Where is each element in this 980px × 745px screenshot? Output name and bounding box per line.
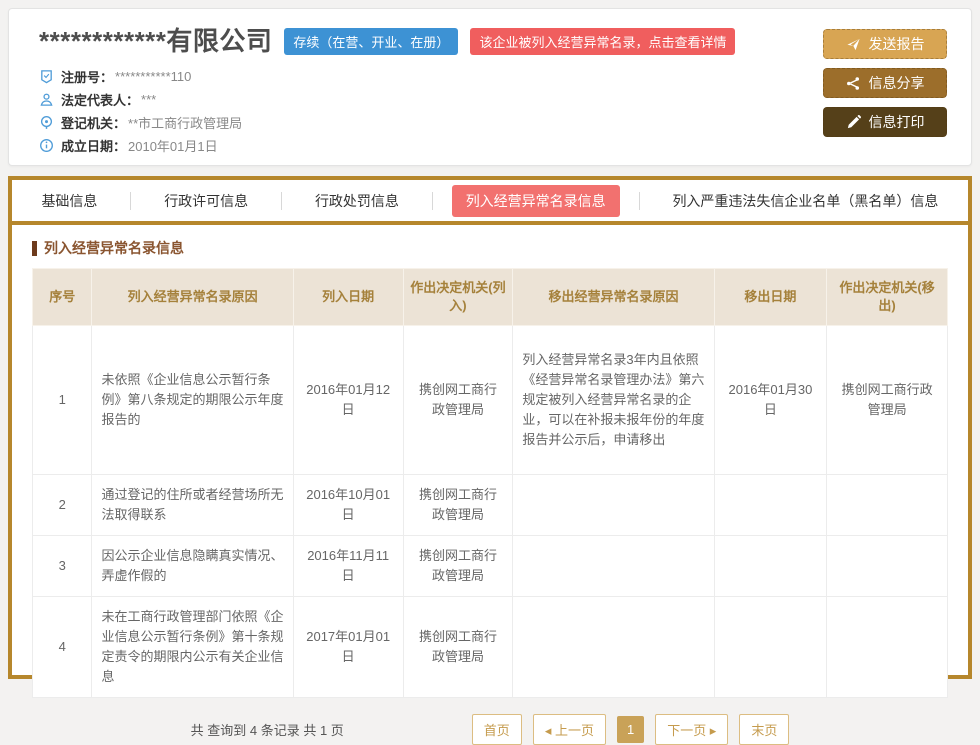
- last-page-button[interactable]: 末页: [739, 714, 789, 745]
- status-badge: 存续（在营、开业、在册）: [284, 28, 458, 55]
- pagination: 共 查询到 4 条记录 共 1 页 首页 ◂ 上一页 1 下一页 ▸ 末页: [32, 714, 948, 744]
- registration-number-label: 注册号：: [61, 67, 113, 86]
- paper-plane-icon: [846, 37, 861, 52]
- prev-page-button[interactable]: ◂ 上一页: [533, 714, 606, 745]
- table-cell: 通过登记的住所或者经营场所无法取得联系: [92, 475, 293, 536]
- table-cell: [827, 475, 948, 536]
- company-info-list: 注册号： ***********110 法定代表人： *** 登记机关： **市…: [39, 65, 823, 157]
- table-cell: 2: [33, 475, 92, 536]
- column-header: 序号: [33, 269, 92, 326]
- table-cell: 携创网工商行政管理局: [403, 536, 513, 597]
- table-cell: [714, 475, 827, 536]
- table-cell: 未依照《企业信息公示暂行条例》第八条规定的期限公示年度报告的: [92, 326, 293, 475]
- tab-divider: [432, 192, 433, 210]
- table-cell: 携创网工商行政管理局: [403, 475, 513, 536]
- share-info-label: 信息分享: [869, 73, 925, 93]
- column-header: 作出决定机关(列入): [403, 269, 513, 326]
- table-row: 3因公示企业信息隐瞒真实情况、弄虚作假的2016年11月11日携创网工商行政管理…: [33, 536, 948, 597]
- founding-date-label: 成立日期：: [61, 136, 126, 155]
- table-cell: [513, 475, 714, 536]
- table-row: 1未依照《企业信息公示暂行条例》第八条规定的期限公示年度报告的2016年01月1…: [33, 326, 948, 475]
- tab-admin-penalty-info[interactable]: 行政处罚信息: [301, 185, 413, 217]
- abnormal-operations-table: 序号列入经营异常名录原因列入日期作出决定机关(列入)移出经营异常名录原因移出日期…: [32, 268, 948, 698]
- table-cell: 3: [33, 536, 92, 597]
- table-cell: 2016年10月01日: [293, 475, 403, 536]
- table-cell: 2016年01月30日: [714, 326, 827, 475]
- table-cell: 列入经营异常名录3年内且依照《经营异常名录管理办法》第六规定被列入经营异常名录的…: [513, 326, 714, 475]
- founding-date-row: 成立日期： 2010年01月1日: [39, 134, 823, 157]
- table-body: 1未依照《企业信息公示暂行条例》第八条规定的期限公示年度报告的2016年01月1…: [33, 326, 948, 698]
- legal-person-label: 法定代表人：: [61, 90, 139, 109]
- send-report-button[interactable]: 发送报告: [823, 29, 947, 59]
- share-info-button[interactable]: 信息分享: [823, 68, 947, 98]
- tab-basic-info[interactable]: 基础信息: [27, 185, 111, 217]
- tab-divider: [639, 192, 640, 210]
- legal-person-row: 法定代表人： ***: [39, 88, 823, 111]
- column-header: 移出经营异常名录原因: [513, 269, 714, 326]
- table-cell: 携创网工商行政管理局: [403, 597, 513, 698]
- founding-date-icon: [39, 138, 54, 153]
- table-row: 2通过登记的住所或者经营场所无法取得联系2016年10月01日携创网工商行政管理…: [33, 475, 948, 536]
- registration-number-row: 注册号： ***********110: [39, 65, 823, 88]
- registry-authority-label: 登记机关：: [61, 113, 126, 132]
- table-cell: [714, 597, 827, 698]
- company-name: ************有限公司: [39, 25, 272, 57]
- column-header: 列入经营异常名录原因: [92, 269, 293, 326]
- tab-divider: [281, 192, 282, 210]
- column-header: 列入日期: [293, 269, 403, 326]
- table-cell: [513, 597, 714, 698]
- table-cell: 4: [33, 597, 92, 698]
- detail-panel: 基础信息行政许可信息行政处罚信息列入经营异常名录信息列入严重违法失信企业名单（黑…: [8, 176, 972, 679]
- table-cell: 2016年11月11日: [293, 536, 403, 597]
- legal-person-icon: [39, 92, 54, 107]
- legal-person-value: ***: [141, 92, 156, 107]
- table-cell: 携创网工商行政管理局: [403, 326, 513, 475]
- tab-admin-license-info[interactable]: 行政许可信息: [150, 185, 262, 217]
- tab-divider: [130, 192, 131, 210]
- table-cell: [714, 536, 827, 597]
- print-info-button[interactable]: 信息打印: [823, 107, 947, 137]
- tab-bar: 基础信息 行政许可信息 行政处罚信息 列入经营异常名录信息 列入严重违法失信企业名单（黑…: [12, 180, 968, 225]
- table-cell: 未在工商行政管理部门依照《企业信息公示暂行条例》第十条规定责令的期限内公示有关企…: [92, 597, 293, 698]
- registration-number-icon: [39, 69, 54, 84]
- registry-authority-row: 登记机关： **市工商行政管理局: [39, 111, 823, 134]
- table-cell: 2016年01月12日: [293, 326, 403, 475]
- table-cell: 1: [33, 326, 92, 475]
- table-cell: [513, 536, 714, 597]
- records-summary: 共 查询到 4 条记录 共 1 页: [191, 720, 344, 739]
- column-header: 移出日期: [714, 269, 827, 326]
- table-cell: 因公示企业信息隐瞒真实情况、弄虚作假的: [92, 536, 293, 597]
- table-cell: [827, 597, 948, 698]
- print-info-label: 信息打印: [869, 112, 925, 132]
- tab-blacklist-info[interactable]: 列入严重违法失信企业名单（黑名单）信息: [658, 185, 952, 217]
- founding-date-value: 2010年01月1日: [128, 136, 218, 155]
- table-cell: 2017年01月01日: [293, 597, 403, 698]
- table-cell: [827, 536, 948, 597]
- abnormal-warning-badge[interactable]: 该企业被列入经营异常名录，点击查看详情: [470, 28, 735, 55]
- column-header: 作出决定机关(移出): [827, 269, 948, 326]
- registration-number-value: ***********110: [115, 69, 191, 84]
- registry-authority-value: **市工商行政管理局: [128, 113, 242, 132]
- table-row: 4未在工商行政管理部门依照《企业信息公示暂行条例》第十条规定责令的期限内公示有关…: [33, 597, 948, 698]
- tab-abnormal-operations-info[interactable]: 列入经营异常名录信息: [452, 185, 620, 217]
- company-header-card: ************有限公司 存续（在营、开业、在册） 该企业被列入经营异常…: [8, 8, 972, 166]
- share-nodes-icon: [846, 76, 861, 91]
- current-page-button[interactable]: 1: [617, 716, 644, 743]
- send-report-label: 发送报告: [869, 34, 925, 54]
- section-title: 列入经营异常名录信息: [32, 241, 948, 256]
- table-cell: 携创网工商行政管理局: [827, 326, 948, 475]
- pencil-icon: [846, 115, 861, 130]
- next-page-button[interactable]: 下一页 ▸: [655, 714, 728, 745]
- header-actions: 发送报告 信息分享 信息打印: [823, 29, 947, 151]
- first-page-button[interactable]: 首页: [472, 714, 522, 745]
- table-header-row: 序号列入经营异常名录原因列入日期作出决定机关(列入)移出经营异常名录原因移出日期…: [33, 269, 948, 326]
- registry-authority-icon: [39, 115, 54, 130]
